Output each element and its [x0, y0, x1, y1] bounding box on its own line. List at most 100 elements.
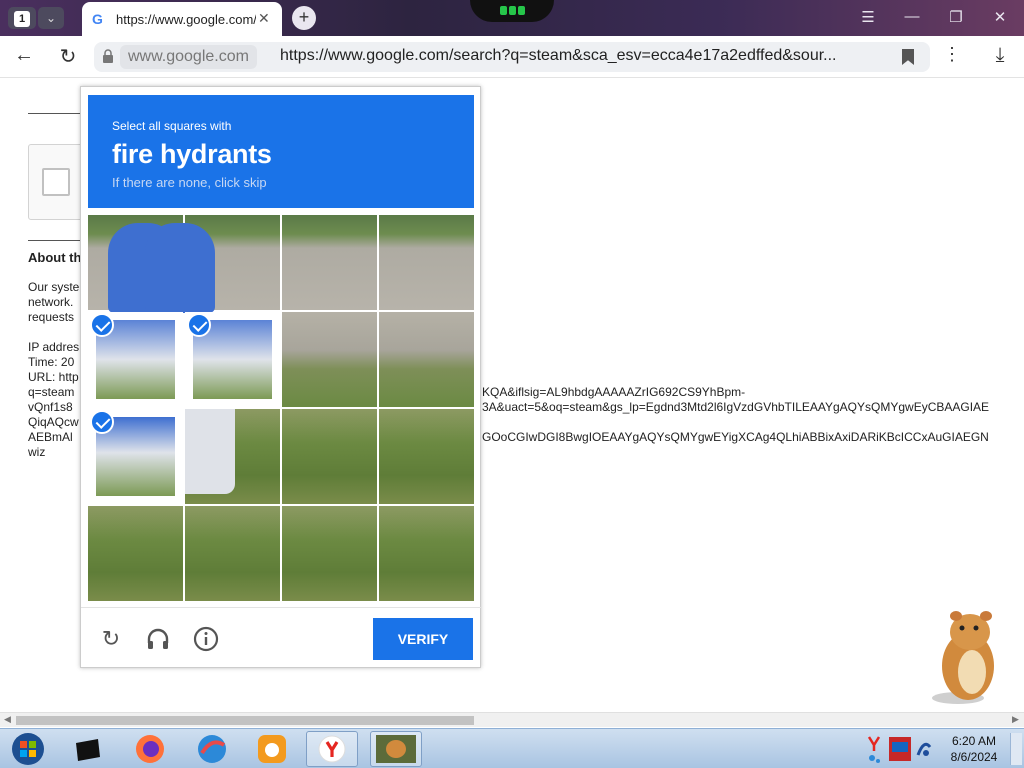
indicator-icon: [500, 6, 507, 15]
about-heading: About th: [28, 250, 82, 265]
yandex-browser-icon: [318, 735, 346, 763]
tray-yandex-icon[interactable]: [864, 733, 884, 765]
hamster-mascot-icon: [932, 611, 994, 704]
reload-icon[interactable]: ↻: [56, 44, 80, 69]
url-continuation: KQA&iflsig=AL9hbdgAAAAAZrIG692CS9YhBpm-: [482, 385, 746, 399]
tab-title: https://www.google.com/search?q=steam: [116, 12, 256, 27]
divider: [28, 240, 88, 241]
back-arrow-icon[interactable]: ←: [12, 44, 36, 67]
new-tab-button[interactable]: +: [292, 6, 316, 30]
globe-browser-icon: [198, 735, 226, 763]
tile-12[interactable]: [88, 506, 183, 601]
clock-time: 6:20 AM: [951, 734, 997, 748]
challenge-header: Select all squares with fire hydrants If…: [88, 95, 474, 208]
screen: 1 ⌄ G https://www.google.com/search?q=st…: [0, 0, 1024, 768]
horizontal-scrollbar[interactable]: ◀ ▶: [0, 712, 1024, 727]
target-object: fire hydrants: [112, 139, 272, 169]
divider: [28, 113, 88, 114]
bookmark-icon[interactable]: [902, 49, 914, 65]
tile-14[interactable]: [282, 506, 377, 601]
menu-icon[interactable]: ☰: [856, 8, 880, 26]
tile-7[interactable]: [379, 312, 474, 407]
info-icon[interactable]: [193, 626, 219, 652]
image-grid: [88, 215, 475, 602]
indicator-icon: [509, 6, 516, 15]
uc-browser-icon: [258, 735, 286, 763]
body-line: QiqAQcw: [28, 415, 79, 429]
recaptcha-checkbox[interactable]: [42, 168, 70, 196]
url-continuation: 3A&uact=5&oq=steam&gs_lp=Egdnd3Mtd2l6IgV…: [482, 400, 990, 414]
taskbar-app-browser[interactable]: [186, 731, 238, 767]
tile-2[interactable]: [282, 215, 377, 310]
lock-icon: [103, 49, 113, 63]
tab-count-button[interactable]: 1: [8, 7, 36, 29]
active-tab[interactable]: G https://www.google.com/search?q=steam …: [82, 2, 282, 36]
minimize-icon[interactable]: —: [900, 8, 924, 25]
audio-challenge-icon[interactable]: [145, 626, 171, 652]
google-favicon-icon: G: [92, 11, 103, 27]
challenge-footer: ↻ VERIFY: [81, 607, 482, 669]
show-desktop-button[interactable]: [1010, 733, 1022, 765]
tile-6[interactable]: [282, 312, 377, 407]
hydrant-image: [145, 223, 215, 313]
restore-icon[interactable]: ❐: [944, 8, 968, 26]
body-line: URL: http: [28, 370, 79, 384]
address-bar: ← ↻ www.google.com https://www.google.co…: [0, 36, 1024, 78]
reload-challenge-icon[interactable]: ↻: [98, 626, 124, 652]
taskbar-app-yandex[interactable]: [306, 731, 358, 767]
tile-1[interactable]: [145, 215, 280, 313]
url-field[interactable]: www.google.com https://www.google.com/se…: [94, 42, 930, 72]
url-text: https://www.google.com/search?q=steam&sc…: [280, 47, 837, 64]
terminal-icon: [76, 739, 100, 761]
display-icon: [889, 737, 911, 761]
skip-hint: If there are none, click skip: [112, 175, 267, 190]
indicator-icon: [518, 6, 525, 15]
tile-13[interactable]: [185, 506, 280, 601]
tile-3[interactable]: [379, 215, 474, 310]
scroll-right-icon[interactable]: ▶: [1012, 714, 1019, 725]
instruction-text: Select all squares with: [112, 119, 232, 133]
tab-count: 1: [14, 11, 30, 27]
more-options-icon[interactable]: ⋮: [940, 44, 964, 65]
recaptcha-widget: [28, 144, 88, 220]
tile-10[interactable]: [282, 409, 377, 504]
body-line: vQnf1s8: [28, 400, 73, 414]
taskbar-app-terminal[interactable]: [62, 731, 114, 767]
close-tab-icon[interactable]: ✕: [258, 10, 270, 27]
check-icon: [90, 410, 114, 434]
download-icon[interactable]: ⤓: [988, 44, 1012, 67]
check-icon: [90, 313, 114, 337]
captcha-challenge: Select all squares with fire hydrants If…: [80, 86, 482, 669]
hydrant-image: [185, 409, 235, 494]
sandbox-app-icon: [376, 735, 416, 763]
tray-display-icon[interactable]: [888, 733, 912, 765]
network-icon: [916, 742, 932, 756]
browser-tab-bar: 1 ⌄ G https://www.google.com/search?q=st…: [0, 0, 1024, 36]
body-line: requests: [28, 310, 75, 324]
firefox-icon: [136, 735, 164, 763]
close-window-icon[interactable]: ✕: [988, 8, 1012, 26]
start-button[interactable]: [2, 731, 54, 767]
tile-11[interactable]: [379, 409, 474, 504]
tile-15[interactable]: [379, 506, 474, 601]
scrollbar-thumb[interactable]: [16, 716, 474, 725]
body-line: network.: [28, 295, 74, 309]
taskbar-clock[interactable]: 6:20 AM 8/6/2024: [944, 733, 1004, 765]
body-line: Time: 20: [28, 355, 75, 369]
taskbar-app-box[interactable]: [370, 731, 422, 767]
body-line: Our syste: [28, 280, 80, 294]
taskbar: 6:20 AM 8/6/2024: [0, 728, 1024, 768]
camera-notch: [470, 0, 554, 22]
clock-date: 8/6/2024: [950, 750, 998, 764]
tile-9[interactable]: [185, 409, 280, 504]
tray-icon: [867, 736, 881, 763]
tabs-dropdown-icon[interactable]: ⌄: [38, 7, 64, 29]
body-line: AEBmAl: [28, 430, 73, 444]
scroll-left-icon[interactable]: ◀: [4, 714, 11, 725]
url-continuation: GOoCGIwDGI8BwgIOEAAYgAQYsQMYgwEYigXCAg4Q…: [482, 430, 989, 444]
taskbar-app-ucbrowser[interactable]: [246, 731, 298, 767]
verify-button[interactable]: VERIFY: [373, 618, 473, 660]
tray-network-icon[interactable]: [914, 733, 934, 765]
taskbar-app-firefox[interactable]: [124, 731, 176, 767]
body-line: IP addres: [28, 340, 80, 354]
